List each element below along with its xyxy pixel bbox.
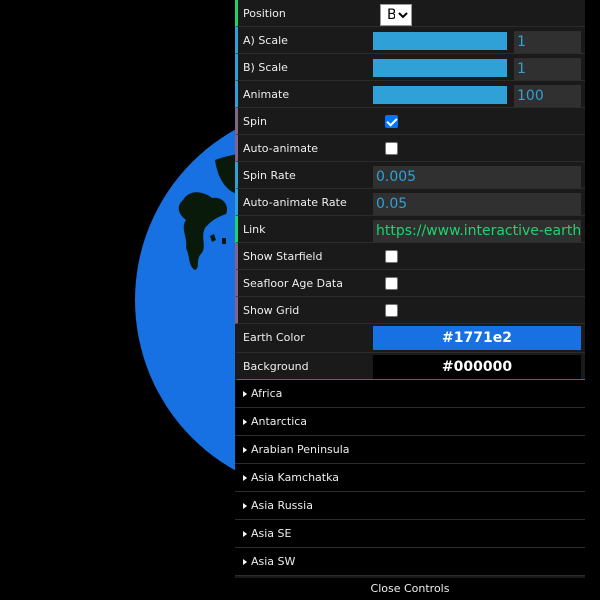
animate-slider[interactable]: [373, 86, 507, 104]
folder-asia-sw[interactable]: Asia SW: [235, 548, 585, 576]
spin-rate-input[interactable]: 0.005: [373, 166, 581, 188]
show-grid-checkbox[interactable]: [385, 304, 398, 317]
folder-label: Asia Russia: [251, 499, 313, 512]
link-input[interactable]: https://www.interactive-earth: [373, 220, 581, 242]
animate-label: Animate: [243, 88, 290, 101]
folder-asia-se[interactable]: Asia SE: [235, 520, 585, 548]
folder-label: Asia SW: [251, 555, 296, 568]
folder-label: Arabian Peninsula: [251, 443, 350, 456]
close-controls-button[interactable]: Close Controls: [235, 578, 585, 600]
triangle-right-icon: [243, 475, 247, 481]
controls-panel: Position B A) Scale 1 B) Scale 1 Animate…: [235, 0, 585, 600]
control-link: Link https://www.interactive-earth: [235, 216, 585, 243]
control-show-grid: Show Grid: [235, 297, 585, 324]
show-grid-label: Show Grid: [243, 304, 300, 317]
folder-africa[interactable]: Africa: [235, 380, 585, 408]
b-scale-label: B) Scale: [243, 61, 288, 74]
folder-arabian-peninsula[interactable]: Arabian Peninsula: [235, 436, 585, 464]
background-color-swatch[interactable]: #000000: [373, 355, 581, 379]
a-scale-slider[interactable]: [373, 32, 507, 50]
region-folder-list: Africa Antarctica Arabian Peninsula Asia…: [235, 380, 585, 576]
control-position: Position B: [235, 0, 585, 27]
seafloor-age-label: Seafloor Age Data: [243, 277, 343, 290]
show-starfield-checkbox[interactable]: [385, 250, 398, 263]
triangle-right-icon: [243, 559, 247, 565]
a-scale-label: A) Scale: [243, 34, 288, 47]
a-scale-input[interactable]: 1: [514, 31, 581, 53]
control-animate: Animate 100: [235, 81, 585, 108]
background-label: Background: [243, 360, 309, 373]
triangle-right-icon: [243, 447, 247, 453]
show-starfield-label: Show Starfield: [243, 250, 323, 263]
folder-asia-russia[interactable]: Asia Russia: [235, 492, 585, 520]
control-a-scale: A) Scale 1: [235, 27, 585, 54]
triangle-right-icon: [243, 531, 247, 537]
control-b-scale: B) Scale 1: [235, 54, 585, 81]
auto-animate-rate-input[interactable]: 0.05: [373, 193, 581, 215]
folder-label: Asia SE: [251, 527, 292, 540]
earth-color-swatch[interactable]: #1771e2: [373, 326, 581, 350]
folder-asia-kamchatka[interactable]: Asia Kamchatka: [235, 464, 585, 492]
b-scale-input[interactable]: 1: [514, 58, 581, 80]
control-spin-rate: Spin Rate 0.005: [235, 162, 585, 189]
triangle-right-icon: [243, 503, 247, 509]
spin-label: Spin: [243, 115, 267, 128]
position-label: Position: [243, 7, 286, 20]
control-auto-animate: Auto-animate: [235, 135, 585, 162]
earth-color-label: Earth Color: [243, 331, 305, 344]
spin-checkbox[interactable]: [385, 115, 398, 128]
control-background: Background #000000: [235, 353, 585, 380]
auto-animate-rate-label: Auto-animate Rate: [243, 196, 347, 209]
seafloor-age-checkbox[interactable]: [385, 277, 398, 290]
triangle-right-icon: [243, 419, 247, 425]
control-show-starfield: Show Starfield: [235, 243, 585, 270]
control-earth-color: Earth Color #1771e2: [235, 324, 585, 353]
globe-viewport[interactable]: Position B A) Scale 1 B) Scale 1 Animate…: [0, 0, 600, 600]
control-auto-animate-rate: Auto-animate Rate 0.05: [235, 189, 585, 216]
folder-label: Africa: [251, 387, 283, 400]
folder-label: Asia Kamchatka: [251, 471, 340, 484]
position-select[interactable]: B: [380, 4, 412, 26]
animate-input[interactable]: 100: [514, 85, 581, 107]
folder-label: Antarctica: [251, 415, 308, 428]
spin-rate-label: Spin Rate: [243, 169, 296, 182]
folder-antarctica[interactable]: Antarctica: [235, 408, 585, 436]
control-seafloor-age: Seafloor Age Data: [235, 270, 585, 297]
auto-animate-checkbox[interactable]: [385, 142, 398, 155]
triangle-right-icon: [243, 391, 247, 397]
control-spin: Spin: [235, 108, 585, 135]
b-scale-slider[interactable]: [373, 59, 507, 77]
auto-animate-label: Auto-animate: [243, 142, 319, 155]
link-label: Link: [243, 223, 266, 236]
